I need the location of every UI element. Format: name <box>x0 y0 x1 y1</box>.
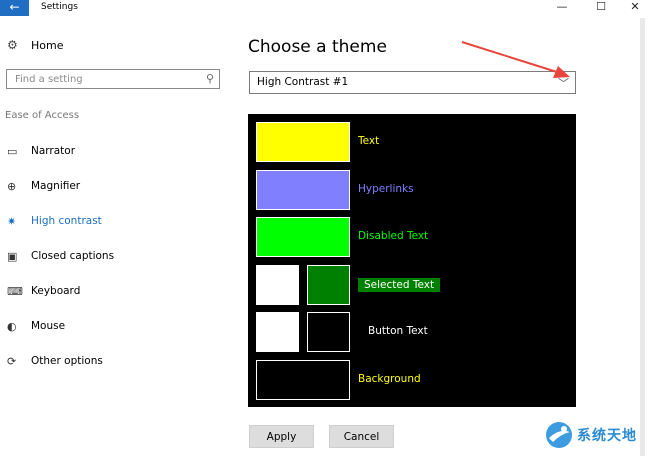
sidebar-item-label: Magnifier <box>31 180 81 192</box>
high-contrast-icon: ✷ <box>7 214 17 228</box>
preview-label-selected-text: Selected Text <box>358 277 441 292</box>
window-title: Settings <box>41 2 78 12</box>
preview-label-text: Text <box>358 135 380 147</box>
sidebar-item-other-options[interactable]: ⟳ Other options <box>7 351 103 371</box>
close-icon: ✕ <box>630 0 640 13</box>
sidebar-item-label: Keyboard <box>31 285 81 297</box>
page-title: Choose a theme <box>248 37 387 57</box>
sidebar-item-label: Other options <box>31 355 103 367</box>
color-swatch[interactable] <box>307 312 350 352</box>
magnifier-icon: ⊕ <box>7 179 17 193</box>
theme-dropdown-value: High Contrast #1 <box>257 76 349 88</box>
scrollbar[interactable] <box>640 18 645 456</box>
color-swatch[interactable] <box>256 359 350 400</box>
color-swatch[interactable] <box>307 264 350 305</box>
preview-label-button-text: Button Text <box>368 325 428 337</box>
color-swatch[interactable] <box>256 217 350 257</box>
closed-captions-icon: ▣ <box>7 249 18 263</box>
title-bar: ← Settings — ☐ ✕ <box>0 0 650 16</box>
sidebar-item-mouse[interactable]: ◐ Mouse <box>7 316 65 336</box>
search-input[interactable] <box>7 70 205 88</box>
watermark-logo-icon <box>546 422 572 448</box>
sidebar-item-narrator[interactable]: ▭ Narrator <box>7 141 75 161</box>
preview-label-hyperlinks: Hyperlinks <box>358 182 414 195</box>
minimize-button[interactable]: — <box>547 0 577 16</box>
preview-label-disabled-text: Disabled Text <box>358 230 429 242</box>
theme-dropdown[interactable]: High Contrast #1 ﹀ <box>249 71 576 94</box>
search-icon[interactable]: ⚲ <box>206 72 214 85</box>
gear-icon: ⚙ <box>7 38 18 52</box>
keyboard-icon: ⌨ <box>7 284 23 298</box>
maximize-button[interactable]: ☐ <box>586 0 616 16</box>
other-options-icon: ⟳ <box>7 354 17 368</box>
sidebar-item-magnifier[interactable]: ⊕ Magnifier <box>7 176 80 196</box>
color-swatch[interactable] <box>256 312 299 352</box>
section-label: Ease of Access <box>5 110 80 121</box>
back-button[interactable]: ← <box>0 0 29 16</box>
chevron-down-icon: ﹀ <box>558 77 569 90</box>
color-swatch[interactable] <box>256 264 299 305</box>
sidebar-item-label: Mouse <box>31 320 66 332</box>
close-button[interactable]: ✕ <box>620 0 650 16</box>
sidebar-item-keyboard[interactable]: ⌨ Keyboard <box>7 281 80 301</box>
back-arrow-icon: ← <box>9 0 20 14</box>
theme-preview: Text Hyperlinks Disabled Text Selected Text… <box>248 114 576 407</box>
sidebar-item-closed-captions[interactable]: ▣ Closed captions <box>7 246 114 266</box>
mouse-icon: ◐ <box>7 319 17 333</box>
sidebar-home-label: Home <box>31 38 64 52</box>
watermark-text: 系统天地 <box>577 428 637 444</box>
search-box: ⚲ <box>6 69 220 89</box>
sidebar-home[interactable]: ⚙ Home <box>7 38 63 52</box>
apply-button[interactable]: Apply <box>249 425 314 448</box>
maximize-icon: ☐ <box>596 0 606 13</box>
color-swatch[interactable] <box>256 122 350 162</box>
narrator-icon: ▭ <box>7 144 18 158</box>
sidebar-item-label: Closed captions <box>31 250 115 262</box>
watermark: 系统天地 <box>544 420 637 450</box>
minimize-icon: — <box>556 0 568 13</box>
color-swatch[interactable] <box>256 169 350 210</box>
sidebar-item-label: Narrator <box>31 145 76 157</box>
sidebar-item-label: High contrast <box>31 215 102 227</box>
sidebar-item-high-contrast[interactable]: ✷ High contrast <box>7 211 102 231</box>
cancel-button[interactable]: Cancel <box>329 425 394 448</box>
preview-label-background: Background <box>358 372 421 385</box>
